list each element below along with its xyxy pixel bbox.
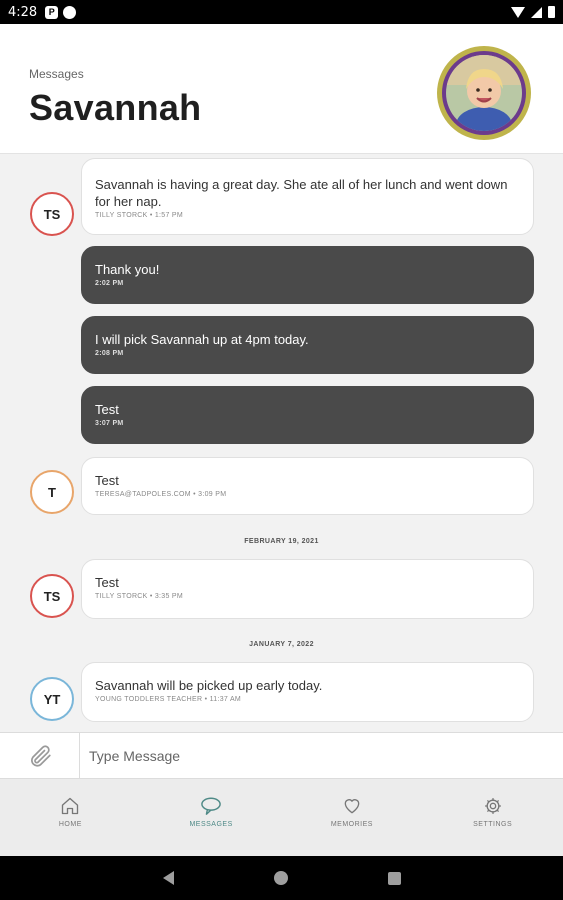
status-bar: 4:28 P — [0, 0, 563, 24]
date-separator: FEBRUARY 19, 2021 — [244, 538, 319, 545]
signal-icon — [531, 6, 542, 18]
message-text: Savannah will be picked up early today. — [95, 678, 323, 693]
message-meta: TERESA@TADPOLES.COM • 3:09 PM — [95, 491, 227, 498]
tab-memories[interactable]: MEMORIES — [282, 779, 423, 856]
message-text: Thank you! — [95, 262, 160, 277]
home-circle-icon[interactable] — [273, 871, 288, 885]
message-bubble[interactable]: Test TERESA@TADPOLES.COM • 3:09 PM — [81, 457, 534, 515]
message-meta: TILLY STORCK • 1:57 PM — [95, 212, 184, 219]
message-text: Savannah is having a great day. She ate … — [95, 177, 508, 209]
tab-label: MEMORIES — [330, 821, 373, 828]
message-meta: 2:08 PM — [95, 350, 124, 357]
message-bubble[interactable]: Savannah will be picked up early today. … — [81, 662, 534, 722]
notification-dot-icon — [63, 5, 77, 19]
message-thread[interactable]: TS Savannah is having a great day. She a… — [0, 154, 563, 732]
message-meta: 3:07 PM — [95, 420, 124, 427]
page-header: Messages Savannah — [0, 24, 563, 154]
home-icon — [62, 797, 79, 815]
message-bubble-sent[interactable]: Thank you! 2:02 PM — [81, 246, 534, 304]
message-bubble[interactable]: Savannah is having a great day. She ate … — [81, 158, 534, 235]
tab-home[interactable]: HOME — [0, 779, 141, 856]
message-meta: 2:02 PM — [95, 280, 124, 287]
system-nav-bar — [0, 856, 563, 900]
sender-avatar: TS — [30, 574, 74, 618]
bottom-tab-bar: HOME MESSAGES MEMORIES SETTINGS — [0, 779, 563, 856]
tab-messages[interactable]: MESSAGES — [141, 779, 282, 856]
child-photo — [446, 55, 522, 131]
status-time: 4:28 — [8, 4, 38, 20]
recent-apps-icon[interactable] — [387, 871, 401, 885]
message-meta: YOUNG TODDLERS TEACHER • 11:37 AM — [95, 696, 242, 703]
paperclip-icon — [30, 744, 51, 767]
message-text: Test — [95, 402, 119, 417]
tab-label: MESSAGES — [189, 821, 233, 828]
date-separator: JANUARY 7, 2022 — [249, 641, 314, 648]
gear-icon — [484, 798, 501, 814]
tab-label: SETTINGS — [473, 821, 513, 828]
message-text: I will pick Savannah up at 4pm today. — [95, 332, 309, 347]
message-text: Test — [95, 473, 119, 488]
tab-settings[interactable]: SETTINGS — [422, 779, 563, 856]
message-composer — [0, 732, 563, 779]
chat-bubble-icon — [201, 797, 221, 815]
notification-app-icon: P — [45, 5, 59, 19]
heart-icon — [344, 799, 360, 814]
attach-button[interactable] — [0, 733, 80, 778]
message-bubble-sent[interactable]: Test 3:07 PM — [81, 386, 534, 444]
page-title: Savannah — [29, 87, 202, 128]
back-icon[interactable] — [162, 871, 174, 885]
message-bubble[interactable]: Test TILLY STORCK • 3:35 PM — [81, 559, 534, 619]
message-meta: TILLY STORCK • 3:35 PM — [95, 593, 184, 600]
message-input[interactable] — [80, 733, 563, 778]
sender-avatar: T — [30, 470, 74, 514]
sender-avatar: YT — [30, 677, 74, 721]
wifi-icon — [511, 6, 525, 18]
child-avatar[interactable] — [437, 46, 531, 140]
message-text: Test — [95, 575, 119, 590]
sender-avatar: TS — [30, 192, 74, 236]
battery-icon — [548, 6, 555, 18]
message-bubble-sent[interactable]: I will pick Savannah up at 4pm today. 2:… — [81, 316, 534, 374]
breadcrumb[interactable]: Messages — [29, 67, 84, 81]
tab-label: HOME — [58, 821, 82, 828]
